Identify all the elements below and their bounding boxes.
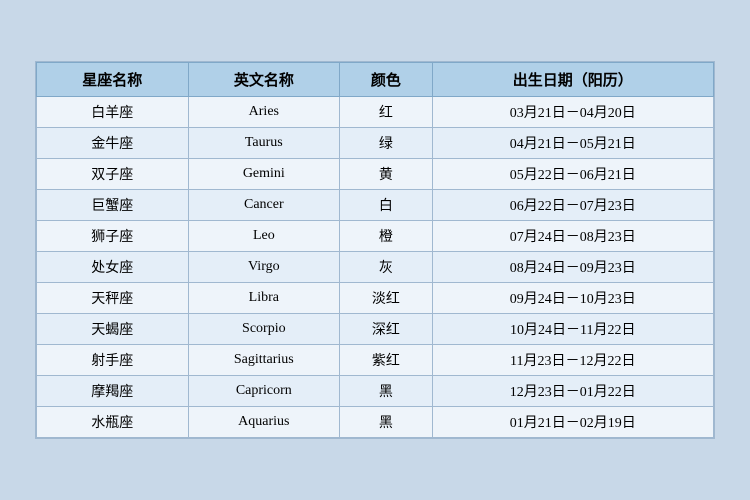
cell-color: 灰 (340, 252, 433, 283)
cell-english-name: Taurus (188, 128, 340, 159)
cell-chinese-name: 天蝎座 (37, 314, 189, 345)
table-row: 白羊座Aries红03月21日－04月20日 (37, 97, 714, 128)
cell-color: 深红 (340, 314, 433, 345)
cell-dates: 10月24日－11月22日 (432, 314, 713, 345)
header-color: 颜色 (340, 63, 433, 97)
table-row: 摩羯座Capricorn黑12月23日－01月22日 (37, 376, 714, 407)
header-chinese-name: 星座名称 (37, 63, 189, 97)
cell-color: 淡红 (340, 283, 433, 314)
cell-english-name: Aries (188, 97, 340, 128)
table-row: 狮子座Leo橙07月24日－08月23日 (37, 221, 714, 252)
cell-chinese-name: 双子座 (37, 159, 189, 190)
cell-chinese-name: 狮子座 (37, 221, 189, 252)
cell-english-name: Leo (188, 221, 340, 252)
cell-color: 红 (340, 97, 433, 128)
cell-chinese-name: 金牛座 (37, 128, 189, 159)
cell-english-name: Aquarius (188, 407, 340, 438)
cell-chinese-name: 处女座 (37, 252, 189, 283)
table-row: 巨蟹座Cancer白06月22日－07月23日 (37, 190, 714, 221)
cell-chinese-name: 射手座 (37, 345, 189, 376)
header-english-name: 英文名称 (188, 63, 340, 97)
header-dates: 出生日期（阳历） (432, 63, 713, 97)
cell-color: 白 (340, 190, 433, 221)
cell-dates: 09月24日－10月23日 (432, 283, 713, 314)
cell-dates: 05月22日－06月21日 (432, 159, 713, 190)
cell-dates: 04月21日－05月21日 (432, 128, 713, 159)
cell-english-name: Virgo (188, 252, 340, 283)
cell-dates: 03月21日－04月20日 (432, 97, 713, 128)
table-row: 天秤座Libra淡红09月24日－10月23日 (37, 283, 714, 314)
cell-dates: 11月23日－12月22日 (432, 345, 713, 376)
table-row: 处女座Virgo灰08月24日－09月23日 (37, 252, 714, 283)
zodiac-table-container: 星座名称 英文名称 颜色 出生日期（阳历） 白羊座Aries红03月21日－04… (35, 61, 715, 439)
cell-english-name: Libra (188, 283, 340, 314)
cell-color: 黑 (340, 407, 433, 438)
cell-dates: 08月24日－09月23日 (432, 252, 713, 283)
cell-english-name: Cancer (188, 190, 340, 221)
table-body: 白羊座Aries红03月21日－04月20日金牛座Taurus绿04月21日－0… (37, 97, 714, 438)
cell-dates: 12月23日－01月22日 (432, 376, 713, 407)
table-row: 水瓶座Aquarius黑01月21日－02月19日 (37, 407, 714, 438)
zodiac-table: 星座名称 英文名称 颜色 出生日期（阳历） 白羊座Aries红03月21日－04… (36, 62, 714, 438)
cell-chinese-name: 摩羯座 (37, 376, 189, 407)
cell-chinese-name: 白羊座 (37, 97, 189, 128)
cell-color: 绿 (340, 128, 433, 159)
cell-english-name: Sagittarius (188, 345, 340, 376)
table-row: 双子座Gemini黄05月22日－06月21日 (37, 159, 714, 190)
cell-chinese-name: 水瓶座 (37, 407, 189, 438)
cell-dates: 01月21日－02月19日 (432, 407, 713, 438)
cell-dates: 07月24日－08月23日 (432, 221, 713, 252)
cell-color: 橙 (340, 221, 433, 252)
table-row: 天蝎座Scorpio深红10月24日－11月22日 (37, 314, 714, 345)
cell-color: 黑 (340, 376, 433, 407)
table-row: 金牛座Taurus绿04月21日－05月21日 (37, 128, 714, 159)
cell-color: 紫红 (340, 345, 433, 376)
cell-english-name: Gemini (188, 159, 340, 190)
table-row: 射手座Sagittarius紫红11月23日－12月22日 (37, 345, 714, 376)
cell-english-name: Scorpio (188, 314, 340, 345)
cell-chinese-name: 巨蟹座 (37, 190, 189, 221)
cell-english-name: Capricorn (188, 376, 340, 407)
cell-chinese-name: 天秤座 (37, 283, 189, 314)
cell-dates: 06月22日－07月23日 (432, 190, 713, 221)
cell-color: 黄 (340, 159, 433, 190)
table-header-row: 星座名称 英文名称 颜色 出生日期（阳历） (37, 63, 714, 97)
